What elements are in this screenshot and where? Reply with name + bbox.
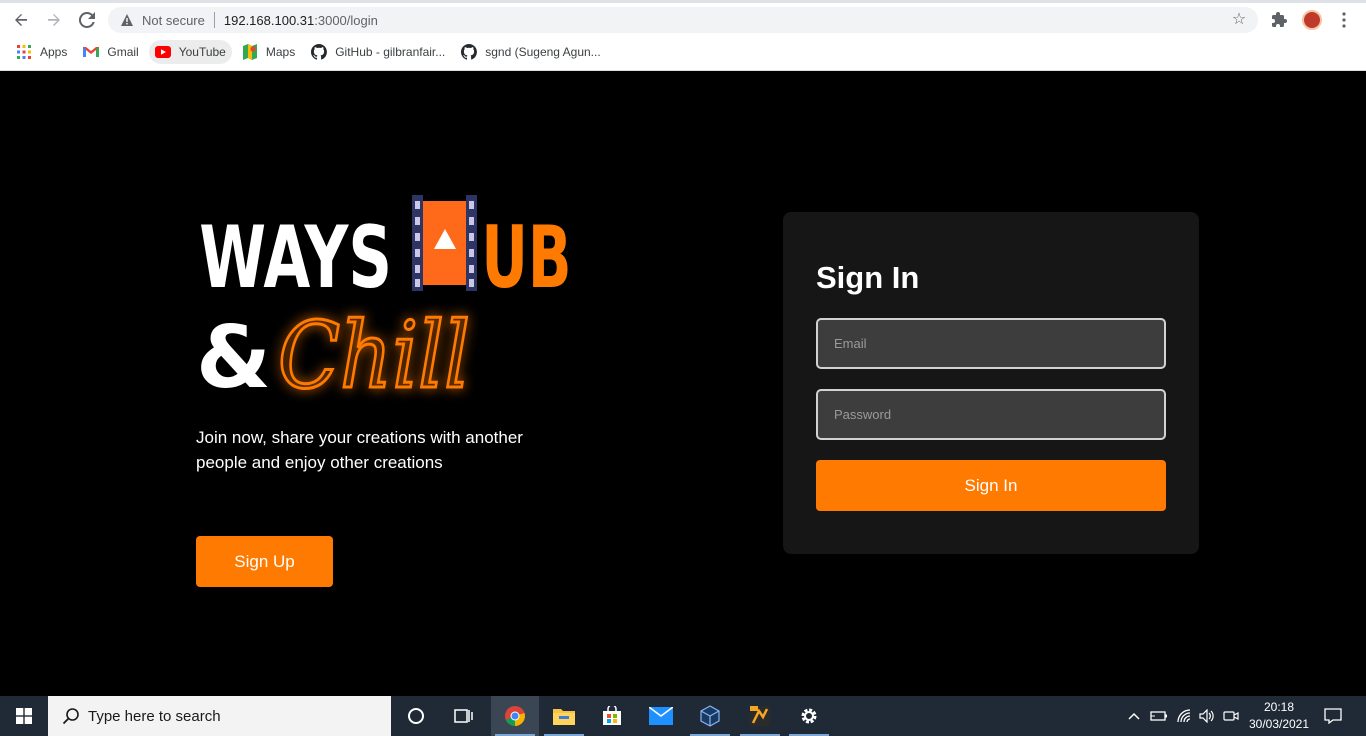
wifi-tray-button[interactable] (1174, 696, 1196, 736)
kebab-menu-icon (1342, 12, 1346, 28)
taskbar-app-window[interactable] (736, 696, 784, 736)
meet-now-tray-button[interactable] (1220, 696, 1242, 736)
back-button[interactable] (9, 8, 33, 32)
logo-word-ways: WAYS (199, 207, 392, 308)
volume-tray-button[interactable] (1196, 696, 1218, 736)
reload-icon (79, 12, 95, 28)
sign-up-button[interactable]: Sign Up (196, 536, 333, 587)
logo-script-chill: Chill (278, 302, 470, 409)
chevron-up-icon (1128, 712, 1140, 720)
apps-grid-icon (16, 44, 32, 60)
taskbar-chrome[interactable] (491, 696, 539, 736)
gear-icon (801, 708, 817, 724)
forward-arrow-icon (48, 14, 60, 26)
battery-tray-button[interactable] (1148, 696, 1170, 736)
email-field[interactable] (816, 318, 1166, 369)
bookmark-youtube[interactable]: YouTube (148, 40, 232, 64)
puzzle-icon (1272, 12, 1287, 27)
browser-menu-button[interactable] (1332, 8, 1356, 32)
taskbar-store[interactable] (588, 696, 636, 736)
login-page: WAYS UB & Chill Join now, share your cre… (0, 71, 1366, 696)
bookmark-label: GitHub - gilbranfair... (335, 45, 446, 59)
url-text[interactable]: 192.168.100.31:3000/login (224, 13, 378, 28)
wayshub-logo: WAYS UB & Chill (196, 195, 572, 411)
battery-icon (1150, 711, 1167, 721)
address-bar[interactable]: Not secure 192.168.100.31:3000/login ☆ (108, 7, 1258, 33)
github-icon (461, 44, 478, 60)
sign-in-button[interactable]: Sign In (816, 460, 1166, 511)
url-path: :3000/login (314, 12, 378, 28)
system-clock[interactable]: 20:18 30/03/2021 (1244, 699, 1314, 733)
wifi-icon (1177, 709, 1191, 723)
folder-icon (553, 709, 575, 725)
cortana-circle-icon (408, 708, 424, 724)
windows-logo-icon (16, 708, 32, 724)
profile-button[interactable] (1300, 8, 1324, 32)
app-window-icon (750, 706, 770, 726)
task-view-button[interactable] (440, 696, 488, 736)
bookmark-label: Gmail (107, 45, 139, 59)
tagline: Join now, share your creations with anot… (196, 428, 523, 472)
bookmark-maps[interactable]: Maps (236, 40, 301, 64)
taskbar-search[interactable]: Type here to search (48, 696, 391, 736)
warning-icon[interactable] (120, 13, 134, 27)
action-center-button[interactable] (1320, 696, 1346, 736)
clock-date: 30/03/2021 (1248, 717, 1310, 731)
camera-icon (1223, 711, 1239, 721)
logo-word-ub: UB (481, 207, 571, 308)
chrome-icon (505, 706, 525, 727)
browser-toolbar: Not secure 192.168.100.31:3000/login ☆ (0, 3, 1366, 37)
search-placeholder: Type here to search (88, 707, 221, 725)
bookmark-label: Maps (265, 45, 296, 59)
taskbar-settings[interactable] (785, 696, 833, 736)
bookmark-label: sgnd (Sugeng Agun... (485, 45, 601, 59)
mail-icon (649, 707, 673, 725)
virtualbox-cube-icon (700, 705, 720, 727)
bookmark-github-sgnd[interactable]: sgnd (Sugeng Agun... (455, 40, 606, 64)
clock-time: 20:18 (1263, 700, 1295, 714)
bookmark-star-icon[interactable]: ☆ (1230, 11, 1248, 29)
omnibox-divider (213, 12, 215, 28)
windows-taskbar: Type here to search 20:18 30/03/2021 (0, 696, 1366, 736)
reload-button[interactable] (75, 8, 99, 32)
film-strip-icon (412, 195, 477, 291)
bookmark-gmail[interactable]: Gmail (77, 40, 144, 64)
show-hidden-icons-button[interactable] (1124, 696, 1144, 736)
back-arrow-icon (15, 14, 27, 26)
speaker-icon (1199, 709, 1214, 723)
browser-chrome: Not secure 192.168.100.31:3000/login ☆ A… (0, 0, 1366, 71)
maps-icon (242, 44, 258, 60)
url-host: 192.168.100.31 (223, 12, 315, 28)
logo-ampersand: & (196, 308, 271, 408)
bookmark-apps[interactable]: Apps (10, 40, 73, 64)
forward-button[interactable] (42, 8, 66, 32)
search-icon (62, 708, 79, 725)
cortana-button[interactable] (392, 696, 440, 736)
store-bag-icon (603, 706, 621, 725)
sign-in-title: Sign In (816, 260, 920, 295)
sign-in-card: Sign In Sign In (783, 212, 1199, 554)
not-secure-label[interactable]: Not secure (142, 13, 205, 28)
gmail-icon (83, 44, 100, 60)
notification-icon (1324, 708, 1342, 724)
taskbar-file-explorer[interactable] (540, 696, 588, 736)
github-icon (311, 44, 328, 60)
password-field[interactable] (816, 389, 1166, 440)
bookmark-github-gilbranfair[interactable]: GitHub - gilbranfair... (305, 40, 451, 64)
avatar (1302, 10, 1322, 30)
taskbar-virtualbox[interactable] (686, 696, 734, 736)
extensions-button[interactable] (1268, 8, 1292, 32)
task-view-icon (454, 709, 473, 723)
bookmark-label: Apps (40, 45, 68, 59)
bookmark-label: YouTube (178, 45, 226, 59)
bookmarks-bar: Apps Gmail YouTube Maps GitHub - gilbran… (0, 38, 1366, 66)
taskbar-mail[interactable] (637, 696, 685, 736)
youtube-icon (154, 44, 171, 60)
start-button[interactable] (0, 696, 48, 736)
